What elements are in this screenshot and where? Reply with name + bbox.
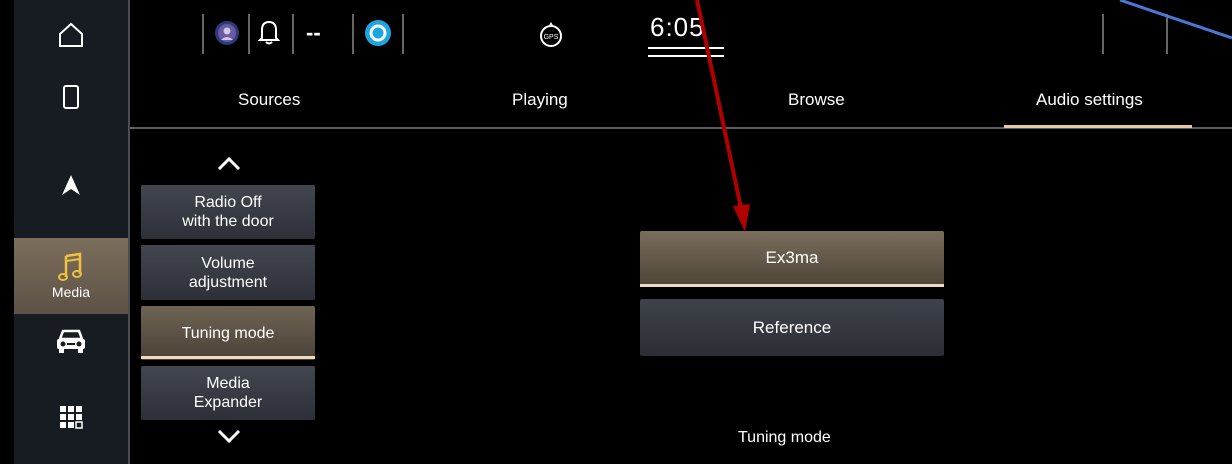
infotainment-screen: Media -- GPS 6:05 Sources Playing Browse… [0,0,1232,464]
annotation-line-icon [1119,0,1232,40]
